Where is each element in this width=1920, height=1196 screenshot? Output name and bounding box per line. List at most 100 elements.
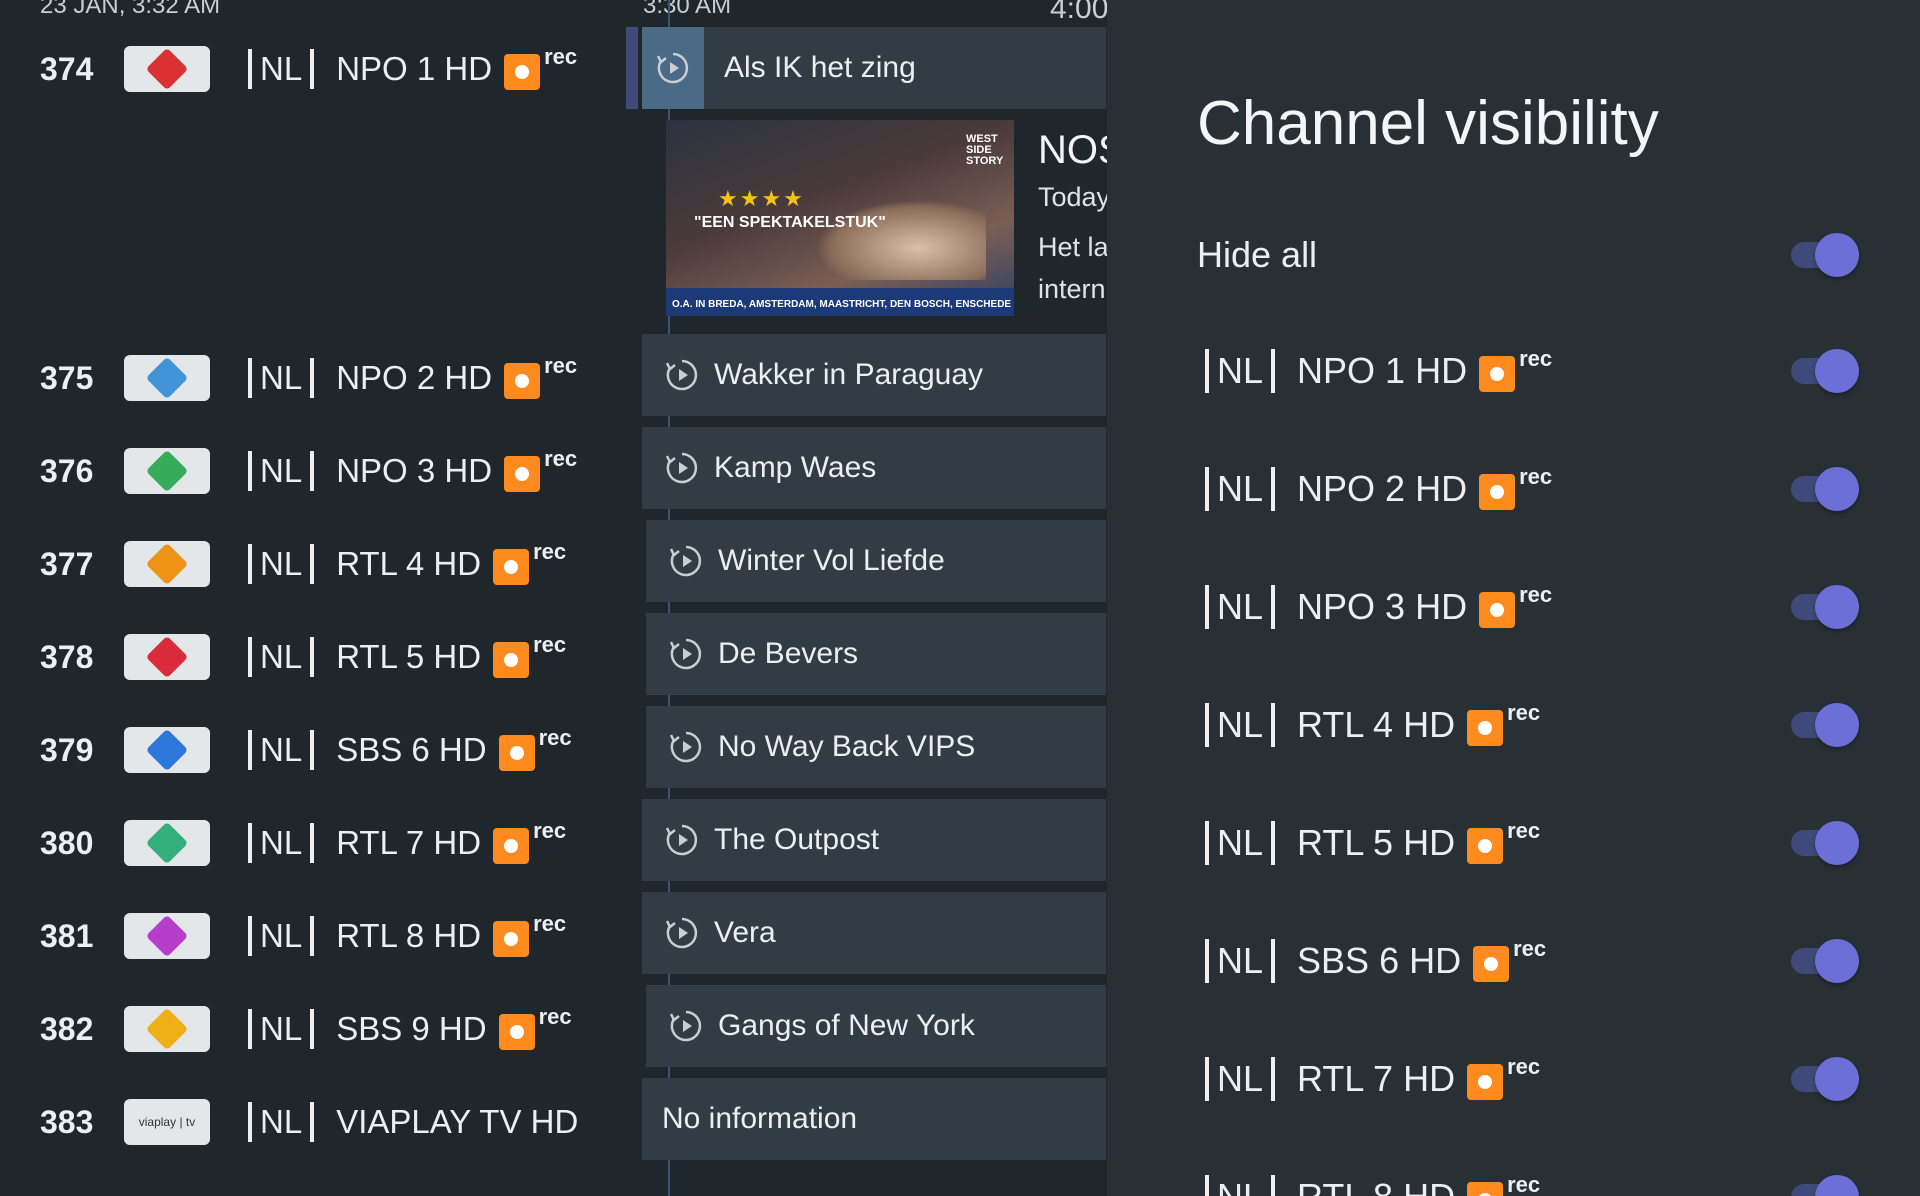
channel-visibility-row[interactable]: NL RTL 5 HD rec <box>1197 808 1887 878</box>
visibility-toggle[interactable] <box>1785 1057 1861 1101</box>
replay-icon <box>665 917 698 949</box>
divider <box>1271 1057 1276 1101</box>
program-tile[interactable]: No Way Back VIPS <box>646 706 1106 788</box>
replay-icon <box>669 731 702 763</box>
program-tile[interactable]: Kamp Waes <box>642 427 1106 509</box>
channel-visibility-label: NL RTL 4 HD rec <box>1197 700 1540 747</box>
program-detail[interactable]: ★★★★ "EEN SPEKTAKELSTUK" WEST SIDE STORY… <box>666 120 1107 320</box>
visibility-toggle[interactable] <box>1785 349 1861 393</box>
rec-label: rec <box>538 1004 572 1029</box>
record-icon <box>493 828 530 864</box>
channel-visibility-row[interactable]: NL RTL 7 HD rec <box>1197 1044 1887 1114</box>
record-icon <box>1479 592 1516 628</box>
channel-row[interactable]: 379 NL SBS 6 HD rec <box>0 708 620 792</box>
channel-name: RTL 7 HD <box>1297 1058 1456 1099</box>
channel-name: NPO 3 HD <box>336 452 493 489</box>
detail-line-3: intern <box>1038 274 1106 304</box>
hide-all-row[interactable]: Hide all <box>1197 220 1887 290</box>
rec-indicator: rec <box>504 353 577 399</box>
record-icon <box>1479 356 1516 392</box>
program-tile[interactable]: Wakker in Paraguay <box>642 334 1106 416</box>
program-tile[interactable]: The Outpost <box>642 799 1106 881</box>
divider <box>310 730 315 770</box>
rtl4-logo <box>124 541 210 587</box>
divider <box>310 451 315 491</box>
divider <box>1271 467 1276 511</box>
rec-indicator: rec <box>493 911 566 957</box>
channel-row[interactable]: 375 NL NPO 2 HD rec <box>0 336 620 420</box>
current-program-marker <box>642 27 704 109</box>
channel-name: RTL 4 HD <box>1297 704 1456 745</box>
poster-quote: "EEN SPEKTAKELSTUK" <box>694 214 886 231</box>
channel-name: VIAPLAY TV HD <box>336 1103 579 1140</box>
program-tile[interactable]: Gangs of New York <box>646 985 1106 1067</box>
channel-row[interactable]: 383 viaplay | tv NL VIAPLAY TV HD <box>0 1080 620 1164</box>
divider <box>1205 703 1209 747</box>
visibility-toggle[interactable] <box>1785 1175 1861 1196</box>
epg-area: 23 JAN, 3:32 AM 3:30 AM 4:00 374 NL NPO 1 … <box>0 0 1107 1196</box>
visibility-toggle[interactable] <box>1785 821 1861 865</box>
country-code: NL <box>260 731 303 768</box>
channel-visibility-row[interactable]: NL NPO 2 HD rec <box>1197 454 1887 524</box>
hide-all-toggle[interactable] <box>1785 233 1861 277</box>
channel-number: 380 <box>40 824 94 861</box>
country-code: NL <box>260 638 303 675</box>
visibility-toggle[interactable] <box>1785 939 1861 983</box>
visibility-toggle[interactable] <box>1785 585 1861 629</box>
program-title: De Bevers <box>718 637 859 670</box>
divider <box>248 730 252 770</box>
rec-indicator: rec <box>1479 346 1552 392</box>
channel-name: NPO 1 HD <box>336 50 493 87</box>
rec-label: rec <box>1519 346 1553 371</box>
program-tile[interactable]: Winter Vol Liefde <box>646 520 1106 602</box>
divider <box>310 49 315 89</box>
channel-row[interactable]: 374 NL NPO 1 HD rec <box>0 27 620 111</box>
rec-label: rec <box>1507 1054 1541 1079</box>
divider <box>1205 349 1209 393</box>
channel-row[interactable]: 376 NL NPO 3 HD rec <box>0 429 620 513</box>
channel-visibility-row[interactable]: NL NPO 3 HD rec <box>1197 572 1887 642</box>
rec-indicator: rec <box>1473 936 1546 982</box>
program-tile[interactable]: No information <box>642 1078 1106 1160</box>
channel-row[interactable]: 381 NL RTL 8 HD rec <box>0 894 620 978</box>
channel-row[interactable]: 377 NL RTL 4 HD rec <box>0 522 620 606</box>
channel-number: 378 <box>40 638 94 675</box>
program-tile[interactable]: De Bevers <box>646 613 1106 695</box>
country-code: NL <box>260 50 303 87</box>
program-tile[interactable]: Als IK het zing <box>642 27 1106 109</box>
divider <box>310 916 315 956</box>
channel-row[interactable]: 378 NL RTL 5 HD rec <box>0 615 620 699</box>
npo3-logo <box>124 448 210 494</box>
rec-label: rec <box>1507 700 1541 725</box>
visibility-toggle[interactable] <box>1785 703 1861 747</box>
rec-indicator: rec <box>1467 700 1540 746</box>
channel-visibility-label: NL SBS 6 HD rec <box>1197 936 1546 983</box>
channel-visibility-label: NL NPO 1 HD rec <box>1197 346 1552 393</box>
channel-row[interactable]: 382 NL SBS 9 HD rec <box>0 987 620 1071</box>
rec-label: rec <box>533 539 567 564</box>
program-tile[interactable]: Vera <box>642 892 1106 974</box>
sbs6-logo <box>124 727 210 773</box>
channel-visibility-row[interactable]: NL NPO 1 HD rec <box>1197 336 1887 406</box>
record-icon <box>1467 828 1504 864</box>
program-title: Als IK het zing <box>724 51 916 84</box>
channel-visibility-row[interactable]: NL RTL 4 HD rec <box>1197 690 1887 760</box>
rec-label: rec <box>1519 464 1553 489</box>
rec-indicator: rec <box>498 1004 572 1050</box>
channel-visibility-row[interactable]: NL SBS 6 HD rec <box>1197 926 1887 996</box>
divider <box>1271 703 1276 747</box>
replay-icon <box>665 359 698 391</box>
channel-visibility-panel: Channel visibility Hide all NL NPO 1 HD re… <box>1107 0 1920 1196</box>
replay-icon <box>669 638 702 670</box>
country-code: NL <box>260 917 303 954</box>
divider <box>1271 349 1276 393</box>
channel-row[interactable]: 380 NL RTL 7 HD rec <box>0 801 620 885</box>
divider <box>248 1009 252 1049</box>
channel-name: RTL 7 HD <box>336 824 482 861</box>
country-code: NL <box>260 359 303 396</box>
divider <box>310 823 315 863</box>
record-icon <box>504 54 541 90</box>
visibility-toggle[interactable] <box>1785 467 1861 511</box>
divider <box>1271 1175 1276 1196</box>
channel-visibility-row[interactable]: NL RTL 8 HD rec <box>1197 1162 1887 1196</box>
